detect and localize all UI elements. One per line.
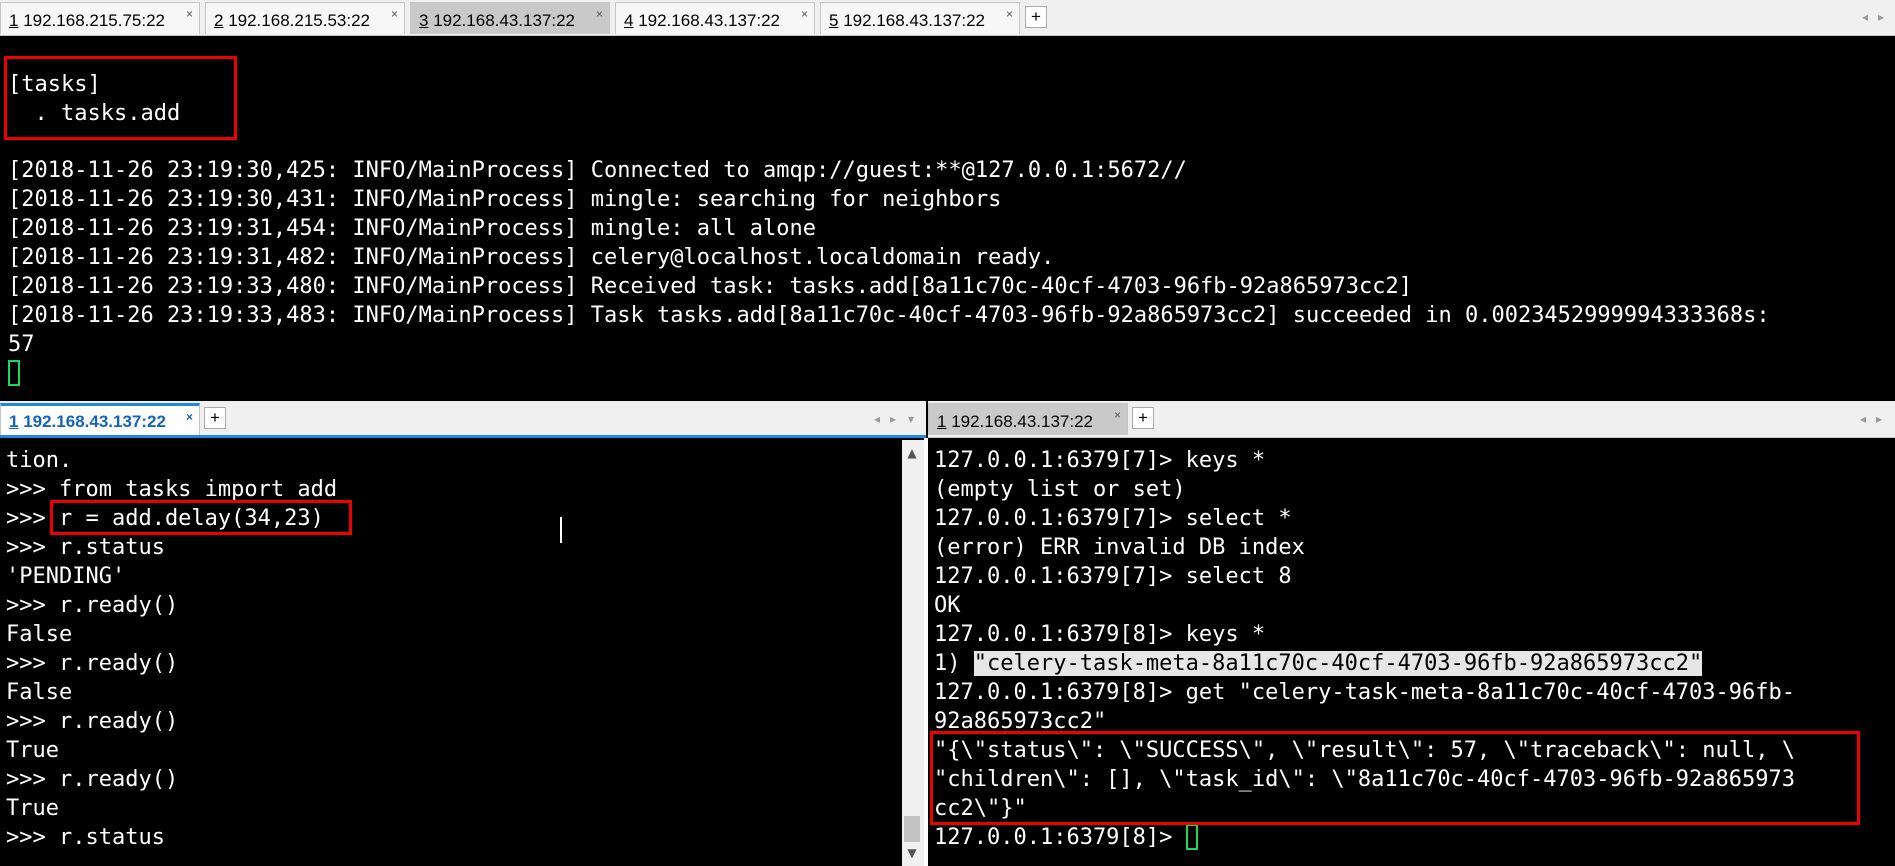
terminal-cursor [1185,824,1198,850]
scroll-right-icon[interactable]: ▸ [1878,10,1884,24]
log-line: [2018-11-26 23:19:30,425: INFO/MainProce… [8,158,1187,183]
tab-session-3[interactable]: 3 192.168.43.137:22 × [410,2,610,34]
close-icon[interactable]: × [596,7,603,21]
close-icon[interactable]: × [186,7,193,21]
scroll-right-icon[interactable]: ▸ [1876,412,1882,426]
keys-prefix: 1) [934,651,974,676]
terminal-cursor [8,360,20,386]
tab-label: 192.168.43.137:22 [633,11,780,30]
terminal-line: 127.0.0.1:6379[8]> get "celery-task-meta… [934,680,1795,705]
tab-label: 192.168.43.137:22 [838,11,985,30]
terminal-line: >>> r.ready() [6,767,179,792]
tab-label: 192.168.43.137:22 [946,412,1093,431]
terminal-line: (error) ERR invalid DB index [934,535,1305,560]
highlight-box [50,500,352,535]
scroll-right-icon[interactable]: ▸ [890,412,896,426]
new-tab-button[interactable]: + [1132,407,1154,429]
scroll-left-icon[interactable]: ◂ [1860,412,1866,426]
close-icon[interactable]: × [1006,7,1013,21]
scroll-up-icon[interactable]: ▲ [902,446,922,460]
highlight-box [4,56,237,140]
terminal-line: True [6,738,59,763]
terminal-line: >>> r.status [6,535,165,560]
new-tab-button[interactable]: + [204,407,226,429]
terminal-line: >>> r.status [6,825,165,850]
terminal-line: >>> r.ready() [6,651,179,676]
terminal-line: 127.0.0.1:6379[7]> select 8 [934,564,1292,589]
terminal-line: >>> r.ready() [6,593,179,618]
tab-right-session[interactable]: 1 192.168.43.137:22 × [928,403,1128,435]
terminal-line: False [6,680,73,705]
close-icon[interactable]: × [801,7,808,21]
tab-label: 192.168.215.75:22 [18,11,165,30]
top-terminal[interactable]: [tasks] . tasks.add [2018-11-26 23:19:30… [0,36,1895,394]
right-pane-tab-bar: 1 192.168.43.137:22 × + ◂ ▸ [928,401,1895,438]
tab-label: 192.168.215.53:22 [223,11,370,30]
scrollbar-thumb[interactable] [904,816,920,842]
scroll-left-icon[interactable]: ◂ [874,412,880,426]
left-pane-tab-bar: 1 192.168.43.137:22 × + ◂ ▸ ▾ [0,401,926,438]
highlight-box [930,731,1860,825]
tab-session-4[interactable]: 4 192.168.43.137:22 × [615,2,815,34]
redis-prompt: 127.0.0.1:6379[8]> [934,825,1186,850]
terminal-line: (empty list or set) [934,477,1186,502]
terminal-line: OK [934,593,961,618]
tab-session-2[interactable]: 2 192.168.215.53:22 × [205,2,405,34]
scroll-left-icon[interactable]: ◂ [1862,10,1868,24]
python-terminal[interactable]: tion. >>> from tasks import add >>> r = … [0,440,902,866]
close-icon[interactable]: × [186,410,193,424]
tab-label: 192.168.43.137:22 [18,412,166,431]
top-tab-bar: 1 192.168.215.75:22 × 2 192.168.215.53:2… [0,0,1895,36]
terminal-line: >>> from tasks import add [6,477,338,502]
terminal-line: 'PENDING' [6,564,126,589]
tab-session-1[interactable]: 1 192.168.215.75:22 × [0,2,200,34]
log-line: [2018-11-26 23:19:31,454: INFO/MainProce… [8,216,816,241]
new-tab-button[interactable]: + [1025,6,1047,28]
worker-log: [2018-11-26 23:19:30,425: INFO/MainProce… [8,156,1770,388]
terminal-line: 127.0.0.1:6379[7]> select * [934,506,1292,531]
log-line: [2018-11-26 23:19:30,431: INFO/MainProce… [8,187,1002,212]
terminal-line: tion. [6,448,73,473]
left-scrollbar[interactable]: ▲ ▼ [902,440,924,866]
tab-left-session[interactable]: 1 192.168.43.137:22 × [0,403,200,435]
close-icon[interactable]: × [1114,408,1121,422]
log-line: [2018-11-26 23:19:31,482: INFO/MainProce… [8,245,1055,270]
terminal-line: 127.0.0.1:6379[8]> keys * [934,622,1266,647]
tab-session-5[interactable]: 5 192.168.43.137:22 × [820,2,1020,34]
terminal-line: True [6,796,59,821]
terminal-line: 127.0.0.1:6379[7]> keys * [934,448,1266,473]
text-cursor-icon [560,517,562,543]
log-line: [2018-11-26 23:19:33,483: INFO/MainProce… [8,303,1770,328]
log-line: [2018-11-26 23:19:33,480: INFO/MainProce… [8,274,1412,299]
log-line: 57 [8,332,35,357]
terminal-line: False [6,622,73,647]
selected-key-text[interactable]: "celery-task-meta-8a11c70c-40cf-4703-96f… [973,651,1703,676]
tab-label: 192.168.43.137:22 [428,11,575,30]
redis-terminal[interactable]: 127.0.0.1:6379[7]> keys * (empty list or… [928,440,1895,866]
close-icon[interactable]: × [391,7,398,21]
terminal-line: >>> r.ready() [6,709,179,734]
chevron-down-icon[interactable]: ▾ [908,412,914,426]
scroll-down-icon[interactable]: ▼ [902,846,922,860]
